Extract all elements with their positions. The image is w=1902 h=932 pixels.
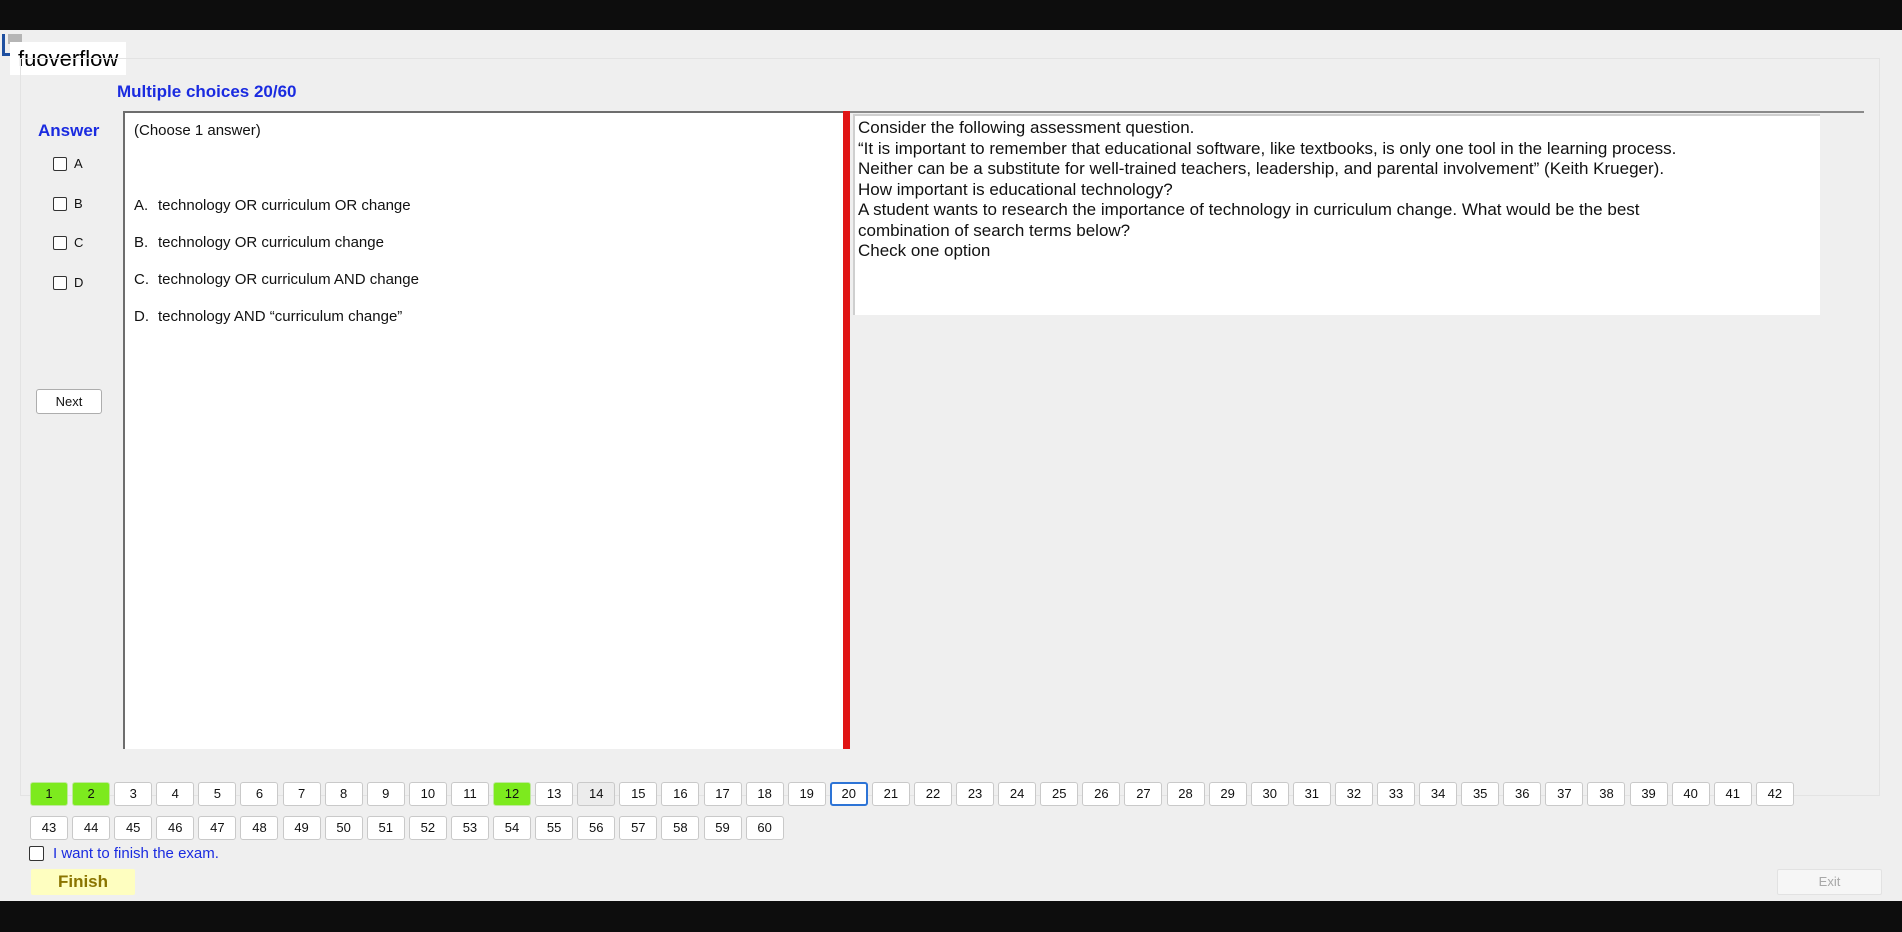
question-nav-button-45[interactable]: 45 bbox=[114, 816, 153, 840]
question-nav-button-8[interactable]: 8 bbox=[324, 782, 363, 806]
question-nav-button-32[interactable]: 32 bbox=[1334, 782, 1373, 806]
question-nav-button-34[interactable]: 34 bbox=[1419, 782, 1458, 806]
question-nav-button-37[interactable]: 37 bbox=[1545, 782, 1584, 806]
question-nav-button-29[interactable]: 29 bbox=[1208, 782, 1247, 806]
question-nav-button-35[interactable]: 35 bbox=[1461, 782, 1500, 806]
answer-choice-c[interactable]: C bbox=[53, 235, 83, 250]
question-nav-button-13[interactable]: 13 bbox=[535, 782, 574, 806]
question-nav-button-12[interactable]: 12 bbox=[493, 782, 532, 806]
question-nav-button-60[interactable]: 60 bbox=[745, 816, 784, 840]
question-line: How important is educational technology? bbox=[858, 179, 1173, 199]
question-nav-button-5[interactable]: 5 bbox=[198, 782, 237, 806]
question-nav-button-1[interactable]: 1 bbox=[30, 782, 68, 806]
question-nav-button-52[interactable]: 52 bbox=[408, 816, 447, 840]
answer-label: Answer bbox=[38, 121, 100, 140]
options-panel: (Choose 1 answer) A. technology OR curric… bbox=[123, 111, 844, 749]
question-nav-button-28[interactable]: 28 bbox=[1166, 782, 1205, 806]
question-nav-button-44[interactable]: 44 bbox=[72, 816, 111, 840]
question-nav-button-25[interactable]: 25 bbox=[1040, 782, 1079, 806]
section-title: Multiple choices 20/60 bbox=[117, 82, 297, 101]
question-nav-button-14[interactable]: 14 bbox=[577, 782, 616, 806]
question-nav-button-59[interactable]: 59 bbox=[703, 816, 742, 840]
question-nav-button-24[interactable]: 24 bbox=[998, 782, 1037, 806]
question-nav-button-54[interactable]: 54 bbox=[493, 816, 532, 840]
panel-splitter[interactable] bbox=[843, 111, 850, 749]
question-nav-button-41[interactable]: 41 bbox=[1713, 782, 1752, 806]
option-d: D. technology AND “curriculum change” bbox=[134, 308, 403, 325]
answer-choice-a[interactable]: A bbox=[53, 156, 83, 171]
answer-a-checkbox[interactable] bbox=[53, 156, 67, 171]
question-nav-button-4[interactable]: 4 bbox=[156, 782, 195, 806]
question-text: Consider the following assessment questi… bbox=[853, 114, 1820, 315]
question-nav-button-39[interactable]: 39 bbox=[1629, 782, 1668, 806]
question-line: A student wants to research the importan… bbox=[858, 200, 1640, 219]
exit-button[interactable]: Exit bbox=[1777, 869, 1882, 895]
question-nav-button-46[interactable]: 46 bbox=[156, 816, 195, 840]
question-nav-button-38[interactable]: 38 bbox=[1587, 782, 1626, 806]
question-nav-button-22[interactable]: 22 bbox=[913, 782, 952, 806]
question-nav-button-47[interactable]: 47 bbox=[198, 816, 237, 840]
finish-button[interactable]: Finish bbox=[31, 869, 135, 895]
question-nav-button-27[interactable]: 27 bbox=[1124, 782, 1163, 806]
option-b: B. technology OR curriculum change bbox=[134, 234, 384, 251]
question-nav-button-26[interactable]: 26 bbox=[1082, 782, 1121, 806]
question-nav-button-16[interactable]: 16 bbox=[661, 782, 700, 806]
question-line: combination of search terms below? bbox=[858, 220, 1131, 240]
question-nav-button-9[interactable]: 9 bbox=[366, 782, 405, 806]
question-nav-button-11[interactable]: 11 bbox=[450, 782, 489, 806]
question-nav-button-36[interactable]: 36 bbox=[1503, 782, 1542, 806]
navigator-row-2: 43 44 45 46 47 48 49 50 51 52 53 54 55 56 57 58 59 60 bbox=[30, 816, 788, 840]
question-nav-button-57[interactable]: 57 bbox=[619, 816, 658, 840]
answer-d-label: D bbox=[74, 275, 84, 290]
question-line: “It is important to remember that educat… bbox=[858, 138, 1677, 158]
question-nav-button-18[interactable]: 18 bbox=[745, 782, 784, 806]
answer-c-checkbox[interactable] bbox=[53, 235, 67, 250]
question-nav-button-20[interactable]: 20 bbox=[829, 782, 868, 806]
question-nav-button-15[interactable]: 15 bbox=[619, 782, 658, 806]
question-nav-button-40[interactable]: 40 bbox=[1671, 782, 1710, 806]
question-line: Check one option bbox=[858, 241, 991, 260]
question-nav-button-50[interactable]: 50 bbox=[324, 816, 363, 840]
question-line: Neither can be a substitute for well-tra… bbox=[858, 159, 1665, 178]
question-nav-button-42[interactable]: 42 bbox=[1755, 782, 1794, 806]
answer-choice-d[interactable]: D bbox=[53, 275, 83, 290]
question-nav-button-48[interactable]: 48 bbox=[240, 816, 279, 840]
question-nav-button-2[interactable]: 2 bbox=[72, 782, 111, 806]
answer-a-label: A bbox=[74, 156, 83, 171]
navigator-row-1: 1 2 3 4 5 6 7 8 9 10 11 12 13 14 15 16 17 18 19 20 21 22 23 24 2… bbox=[30, 782, 1798, 806]
question-nav-button-53[interactable]: 53 bbox=[450, 816, 489, 840]
option-c: C. technology OR curriculum AND change bbox=[134, 271, 419, 288]
answer-c-label: C bbox=[74, 235, 84, 250]
next-button[interactable]: Next bbox=[36, 389, 102, 414]
question-nav-button-10[interactable]: 10 bbox=[408, 782, 447, 806]
answer-b-checkbox[interactable] bbox=[53, 196, 67, 211]
exam-window: fuoverflow Multiple choices 20/60 Answer… bbox=[0, 30, 1902, 901]
finish-exam-label: I want to finish the exam. bbox=[53, 845, 219, 862]
question-nav-button-6[interactable]: 6 bbox=[240, 782, 279, 806]
question-nav-button-58[interactable]: 58 bbox=[661, 816, 700, 840]
question-line: Consider the following assessment questi… bbox=[858, 118, 1195, 137]
answer-d-checkbox[interactable] bbox=[53, 275, 67, 290]
question-nav-button-31[interactable]: 31 bbox=[1292, 782, 1331, 806]
question-nav-button-3[interactable]: 3 bbox=[114, 782, 153, 806]
question-nav-button-49[interactable]: 49 bbox=[282, 816, 321, 840]
answer-choice-b[interactable]: B bbox=[53, 196, 83, 211]
question-nav-button-23[interactable]: 23 bbox=[956, 782, 995, 806]
question-nav-button-51[interactable]: 51 bbox=[366, 816, 405, 840]
question-nav-button-56[interactable]: 56 bbox=[577, 816, 616, 840]
question-nav-button-55[interactable]: 55 bbox=[535, 816, 574, 840]
question-nav-button-19[interactable]: 19 bbox=[787, 782, 826, 806]
finish-exam-checkbox[interactable] bbox=[29, 846, 44, 861]
option-a: A. technology OR curriculum OR change bbox=[134, 197, 411, 214]
question-nav-button-43[interactable]: 43 bbox=[30, 816, 68, 840]
question-nav-button-30[interactable]: 30 bbox=[1250, 782, 1289, 806]
instruction-text: (Choose 1 answer) bbox=[134, 122, 261, 139]
question-nav-button-21[interactable]: 21 bbox=[871, 782, 910, 806]
answer-b-label: B bbox=[74, 196, 83, 211]
question-nav-button-33[interactable]: 33 bbox=[1377, 782, 1415, 806]
question-nav-button-17[interactable]: 17 bbox=[703, 782, 742, 806]
question-nav-button-7[interactable]: 7 bbox=[282, 782, 321, 806]
finish-exam-toggle[interactable]: I want to finish the exam. bbox=[29, 845, 219, 862]
